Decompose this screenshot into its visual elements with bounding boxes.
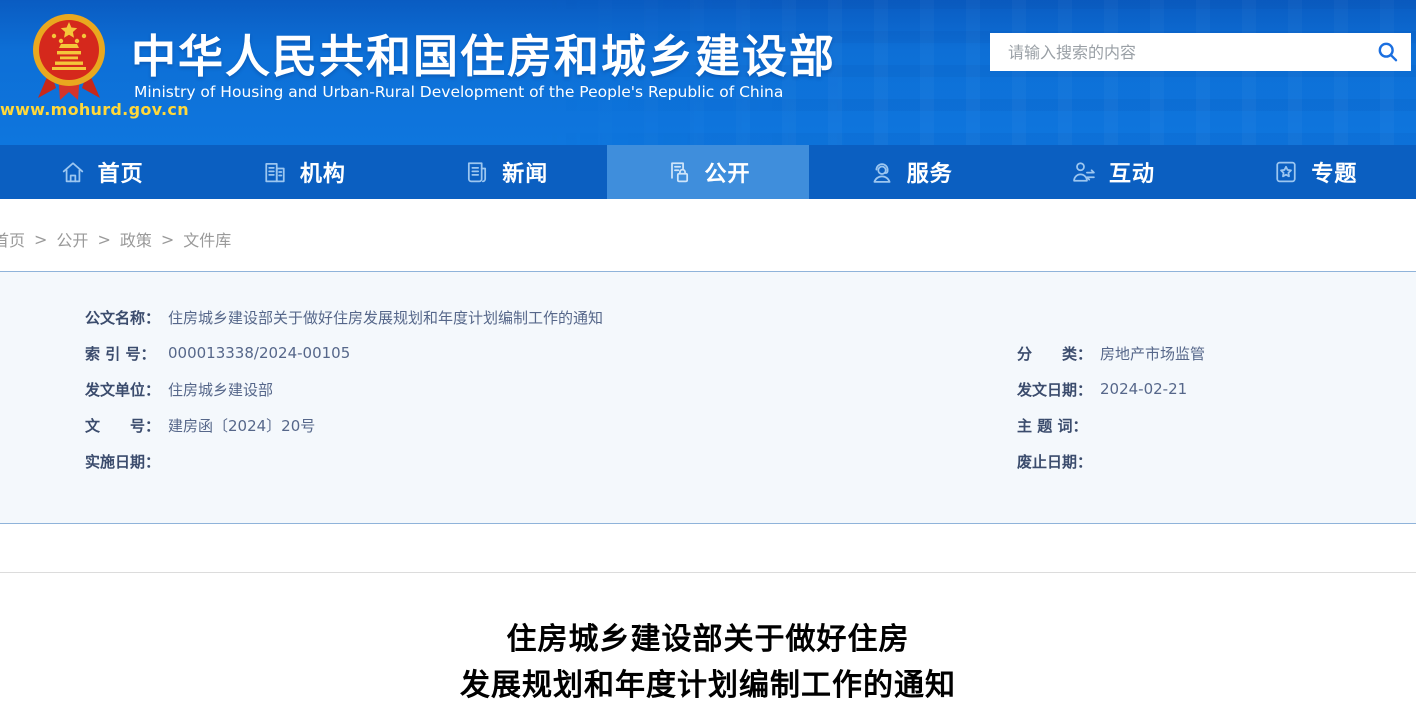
- nav-label-news: 新闻: [502, 156, 548, 188]
- meta-row-category: 分 类： 房地产市场监管: [1017, 335, 1205, 371]
- site-url: www.mohurd.gov.cn: [0, 100, 148, 119]
- document-title-line1: 住房城乡建设部关于做好住房: [0, 617, 1416, 663]
- breadcrumb-separator: >: [34, 230, 47, 249]
- meta-label: 发文日期：: [1017, 379, 1097, 400]
- site-title-chinese: 中华人民共和国住房和城乡建设部: [131, 20, 836, 85]
- content-spacer: [0, 524, 1416, 572]
- meta-row-implementation-date: 实施日期：: [85, 443, 603, 479]
- nav-item-organization[interactable]: 机构: [202, 145, 404, 199]
- national-emblem-logo: [30, 8, 108, 108]
- meta-value: 建房函〔2024〕20号: [168, 415, 315, 436]
- meta-row-document-name: 公文名称： 住房城乡建设部关于做好住房发展规划和年度计划编制工作的通知: [85, 299, 603, 335]
- breadcrumb-separator: >: [97, 230, 110, 249]
- meta-label: 废止日期：: [1017, 451, 1097, 472]
- breadcrumb-disclosure[interactable]: 公开: [56, 227, 88, 251]
- meta-value: 房地产市场监管: [1100, 343, 1205, 364]
- meta-label: 索 引 号：: [85, 343, 165, 364]
- meta-value: 住房城乡建设部关于做好住房发展规划和年度计划编制工作的通知: [168, 307, 603, 328]
- meta-row-subject-words: 主 题 词：: [1017, 407, 1205, 443]
- disclosure-icon: [665, 158, 693, 186]
- main-nav: 首页 机构 新闻 公开 服务: [0, 145, 1416, 199]
- nav-label-interaction: 互动: [1109, 156, 1155, 188]
- meta-value: 住房城乡建设部: [168, 379, 273, 400]
- document-title-line2: 发展规划和年度计划编制工作的通知: [0, 663, 1416, 709]
- interaction-icon: [1070, 158, 1098, 186]
- organization-icon: [261, 158, 289, 186]
- breadcrumb-separator: >: [161, 230, 174, 249]
- meta-row-repeal-date: 废止日期：: [1017, 443, 1205, 479]
- meta-value: 2024-02-21: [1100, 380, 1187, 398]
- meta-row-document-number: 文 号： 建房函〔2024〕20号: [85, 407, 603, 443]
- document-metadata-panel: 公文名称： 住房城乡建设部关于做好住房发展规划和年度计划编制工作的通知 索 引 …: [0, 271, 1416, 524]
- topics-icon: [1272, 158, 1300, 186]
- search-input[interactable]: [990, 33, 1365, 71]
- nav-item-home[interactable]: 首页: [0, 145, 202, 199]
- breadcrumb-document-library[interactable]: 文件库: [183, 227, 231, 251]
- nav-label-organization: 机构: [300, 156, 346, 188]
- site-title-english: Ministry of Housing and Urban-Rural Deve…: [134, 83, 783, 101]
- nav-item-interaction[interactable]: 互动: [1011, 145, 1213, 199]
- meta-label: 公文名称：: [85, 307, 165, 328]
- meta-label: 实施日期：: [85, 451, 165, 472]
- nav-item-services[interactable]: 服务: [809, 145, 1011, 199]
- breadcrumb-policy[interactable]: 政策: [120, 227, 152, 251]
- meta-label: 主 题 词：: [1017, 415, 1097, 436]
- meta-row-issuing-unit: 发文单位： 住房城乡建设部: [85, 371, 603, 407]
- metadata-right-column: 分 类： 房地产市场监管 发文日期： 2024-02-21 主 题 词： 废止日…: [1017, 335, 1205, 479]
- nav-label-services: 服务: [907, 156, 953, 188]
- news-icon: [463, 158, 491, 186]
- meta-label: 分 类：: [1017, 343, 1097, 364]
- nav-label-topics: 专题: [1311, 156, 1357, 188]
- nav-item-news[interactable]: 新闻: [405, 145, 607, 199]
- national-emblem-icon: [30, 8, 108, 104]
- meta-value: 000013338/2024-00105: [168, 344, 350, 362]
- meta-label: 文 号：: [85, 415, 165, 436]
- site-header: www.mohurd.gov.cn 中华人民共和国住房和城乡建设部 Minist…: [0, 0, 1416, 145]
- home-icon: [59, 158, 87, 186]
- meta-row-index-number: 索 引 号： 000013338/2024-00105: [85, 335, 603, 371]
- metadata-left-column: 公文名称： 住房城乡建设部关于做好住房发展规划和年度计划编制工作的通知 索 引 …: [85, 299, 603, 479]
- nav-label-home: 首页: [98, 156, 144, 188]
- breadcrumb-home[interactable]: 首页: [0, 227, 25, 251]
- search-icon: [1376, 40, 1400, 64]
- services-icon: [868, 158, 896, 186]
- nav-item-topics[interactable]: 专题: [1214, 145, 1416, 199]
- article-section: 住房城乡建设部关于做好住房 发展规划和年度计划编制工作的通知: [0, 573, 1416, 709]
- breadcrumb-bar: 首页 > 公开 > 政策 > 文件库: [0, 199, 1416, 271]
- breadcrumb: 首页 > 公开 > 政策 > 文件库: [0, 199, 1416, 251]
- search-box: [990, 33, 1411, 71]
- nav-item-disclosure[interactable]: 公开: [607, 145, 809, 199]
- meta-row-issue-date: 发文日期： 2024-02-21: [1017, 371, 1205, 407]
- meta-label: 发文单位：: [85, 379, 165, 400]
- nav-label-disclosure: 公开: [704, 156, 750, 188]
- search-button[interactable]: [1365, 33, 1411, 71]
